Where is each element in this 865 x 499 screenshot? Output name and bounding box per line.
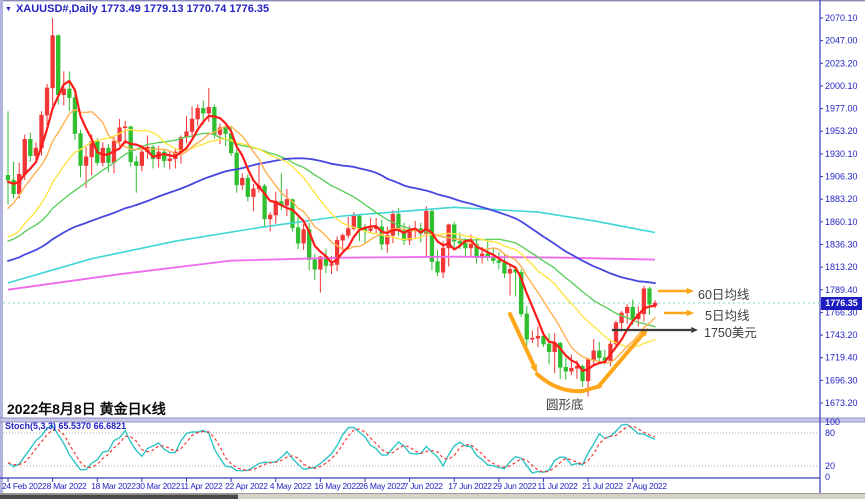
stoch-name: Stoch(5,3,3) xyxy=(5,421,56,431)
date-axis-label: 16 May 2022 xyxy=(314,481,360,491)
stoch-k-value: 65.5370 xyxy=(59,421,92,431)
stoch-indicator-label: Stoch(5,3,3) 65.5370 66.6821 xyxy=(5,421,126,431)
stoch-axis-label: 0 xyxy=(825,472,830,482)
price-axis-label: 1977.00 xyxy=(825,104,858,114)
chart-title: ▼ XAUUSD#,Daily 1773.49 1779.13 1770.74 1… xyxy=(5,3,269,15)
date-axis-label: 21 Jul 2022 xyxy=(582,481,623,491)
price-axis-label: 1836.30 xyxy=(825,239,858,249)
chart-title-ohlc: 1773.49 1779.13 1770.74 1776.35 xyxy=(101,3,269,15)
annotation-round-bottom-label: 圆形底 xyxy=(546,394,584,413)
chart-caption: 2022年8月8日 黄金日K线 xyxy=(7,399,166,419)
price-axis-label: 1719.40 xyxy=(825,353,858,363)
price-axis-label: 1883.20 xyxy=(825,194,858,204)
collapse-triangle-icon[interactable]: ▼ xyxy=(5,6,12,13)
price-axis-label: 2000.10 xyxy=(825,81,858,91)
date-axis-label: 29 Jun 2022 xyxy=(493,481,537,491)
date-axis-label: 22 Apr 2022 xyxy=(225,481,268,491)
price-axis-label: 1860.10 xyxy=(825,217,858,227)
annotation-ma60-label: 60日均线 xyxy=(698,284,749,303)
date-axis-label: 4 May 2022 xyxy=(270,481,312,491)
date-axis-label: 8 Mar 2022 xyxy=(47,481,88,491)
date-axis-label: 17 Jun 2022 xyxy=(448,481,492,491)
price-axis-label: 2070.10 xyxy=(825,13,858,23)
date-axis-label: 24 Feb 2022 xyxy=(2,481,47,491)
annotation-1750-label: 1750美元 xyxy=(704,322,757,341)
date-axis-label: 26 May 2022 xyxy=(359,481,405,491)
price-axis-label: 1673.20 xyxy=(825,398,858,408)
chart-title-symbol: XAUUSD#,Daily xyxy=(16,3,98,15)
stoch-axis-label: 20 xyxy=(825,461,835,471)
mt4-chart-window: 2070.10 2047.00 2023.20 2000.10 1977.00 1953.… xyxy=(0,0,865,499)
date-axis-label: 18 Mar 2022 xyxy=(91,481,136,491)
candlestick-chart[interactable]: 2070.10 2047.00 2023.20 2000.10 1977.00 1953.… xyxy=(0,0,865,499)
stoch-axis-label: 100 xyxy=(825,417,840,427)
price-axis-label: 1930.10 xyxy=(825,149,858,159)
stoch-d-value: 66.6821 xyxy=(94,421,127,431)
price-axis-label: 1813.20 xyxy=(825,262,858,272)
price-axis-label: 1953.20 xyxy=(825,126,858,136)
date-axis-label: 7 Jun 2022 xyxy=(404,481,444,491)
price-axis-label: 2047.00 xyxy=(825,36,858,46)
date-axis-label: 11 Apr 2022 xyxy=(180,481,222,491)
price-axis-label: 1789.40 xyxy=(825,285,858,295)
current-price-tag: 1776.35 xyxy=(821,297,862,310)
price-axis-label: 2023.20 xyxy=(825,58,858,68)
price-axis-label: 1743.20 xyxy=(825,330,858,340)
date-axis-label: 2 Aug 2022 xyxy=(627,481,668,491)
price-axis-label: 1906.30 xyxy=(825,172,858,182)
stoch-axis-label: 80 xyxy=(825,428,835,438)
date-axis-label: 30 Mar 2022 xyxy=(136,481,181,491)
date-axis-label: 11 Jul 2022 xyxy=(537,481,578,491)
price-axis-label: 1696.30 xyxy=(825,375,858,385)
